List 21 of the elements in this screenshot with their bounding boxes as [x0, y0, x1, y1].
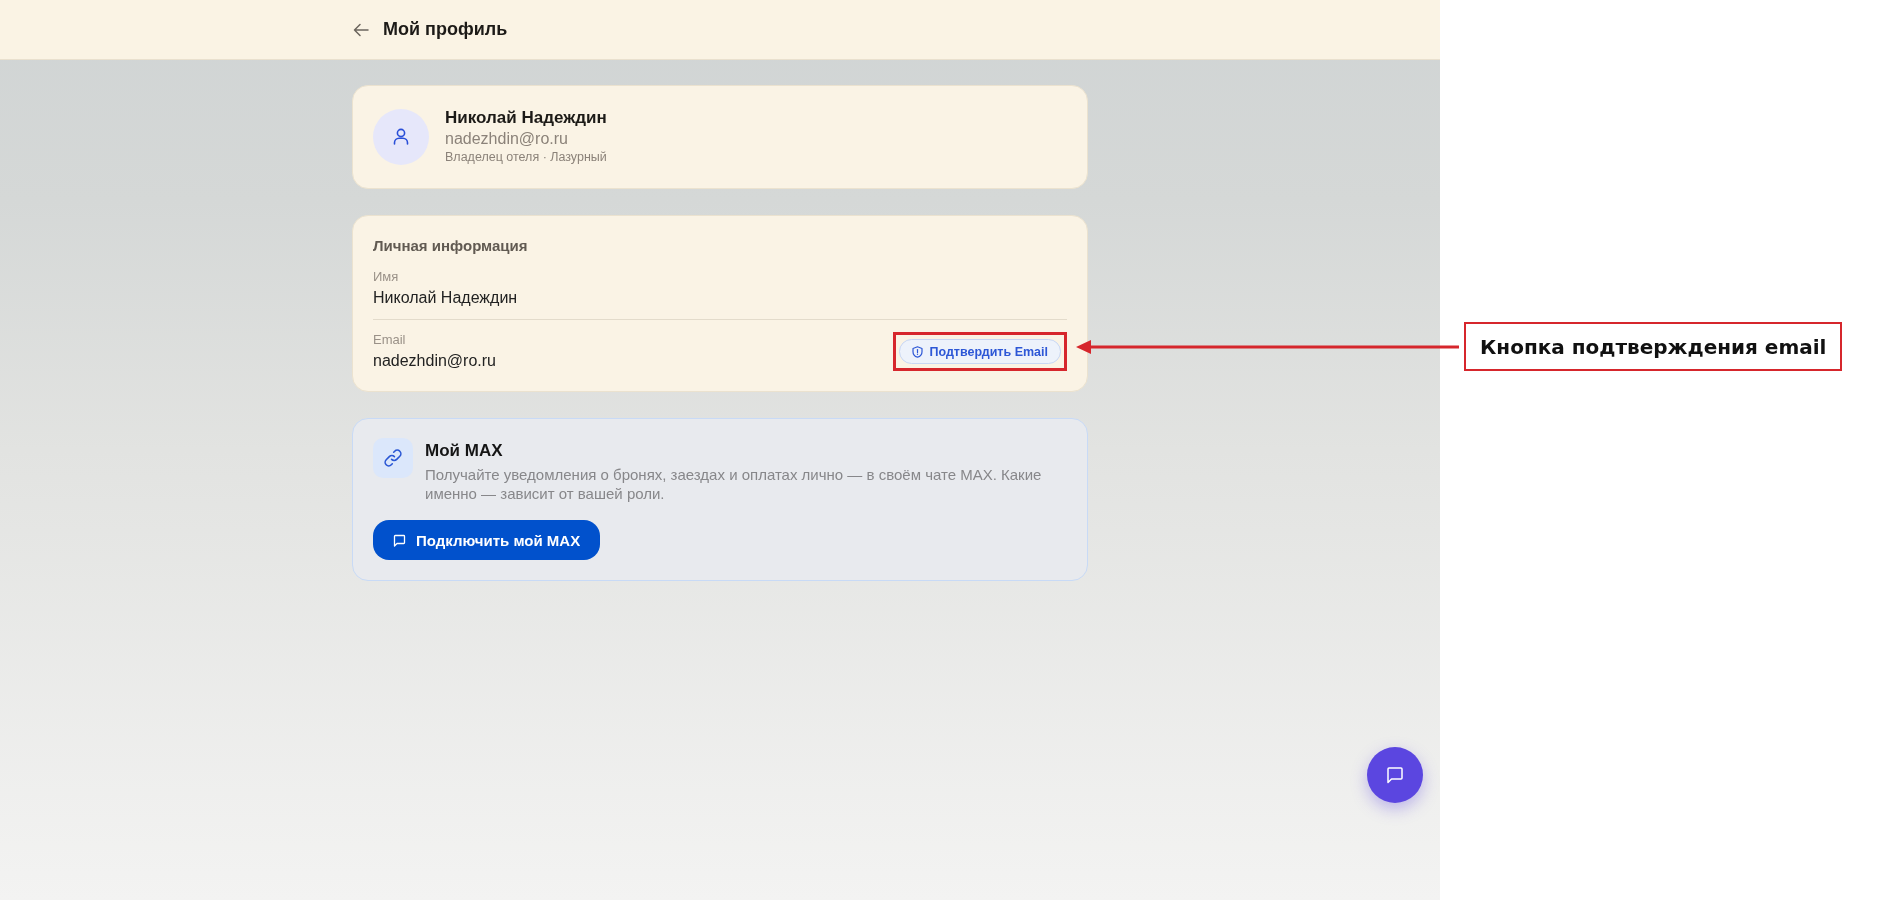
chat-icon — [1386, 766, 1404, 784]
field-label: Email — [373, 332, 407, 348]
shield-icon — [912, 345, 924, 358]
field-label: Имя — [373, 269, 400, 285]
chat-icon — [393, 533, 406, 547]
link-icon — [373, 438, 413, 478]
back-arrow-icon[interactable] — [353, 21, 369, 38]
field-value: Николай Надеждин — [373, 288, 518, 308]
page-title: Мой профиль — [383, 19, 508, 40]
profile-email: nadezhdin@ro.ru — [445, 129, 569, 149]
chat-button[interactable] — [1367, 747, 1423, 803]
section-title: Личная информация — [373, 237, 529, 254]
profile-name: Николай Надеждин — [445, 108, 607, 128]
connect-max-button[interactable]: Подключить мой MAX — [373, 520, 601, 560]
field-value: nadezhdin@ro.ru — [373, 351, 496, 371]
max-title: Мой MAX — [425, 441, 504, 461]
verify-email-button[interactable]: Подтвердить Email — [899, 339, 1061, 364]
user-avatar-icon — [373, 109, 429, 165]
max-description: Получайте уведомления о бронях, заездах и оплатах лично — в своём чате MAX. Какие именно — зависит от вашей роли. — [425, 465, 1043, 503]
annotation-label: Кнопка подтверждения email — [1464, 322, 1843, 371]
profile-role: Владелец отеля · Лазурный — [445, 149, 607, 166]
